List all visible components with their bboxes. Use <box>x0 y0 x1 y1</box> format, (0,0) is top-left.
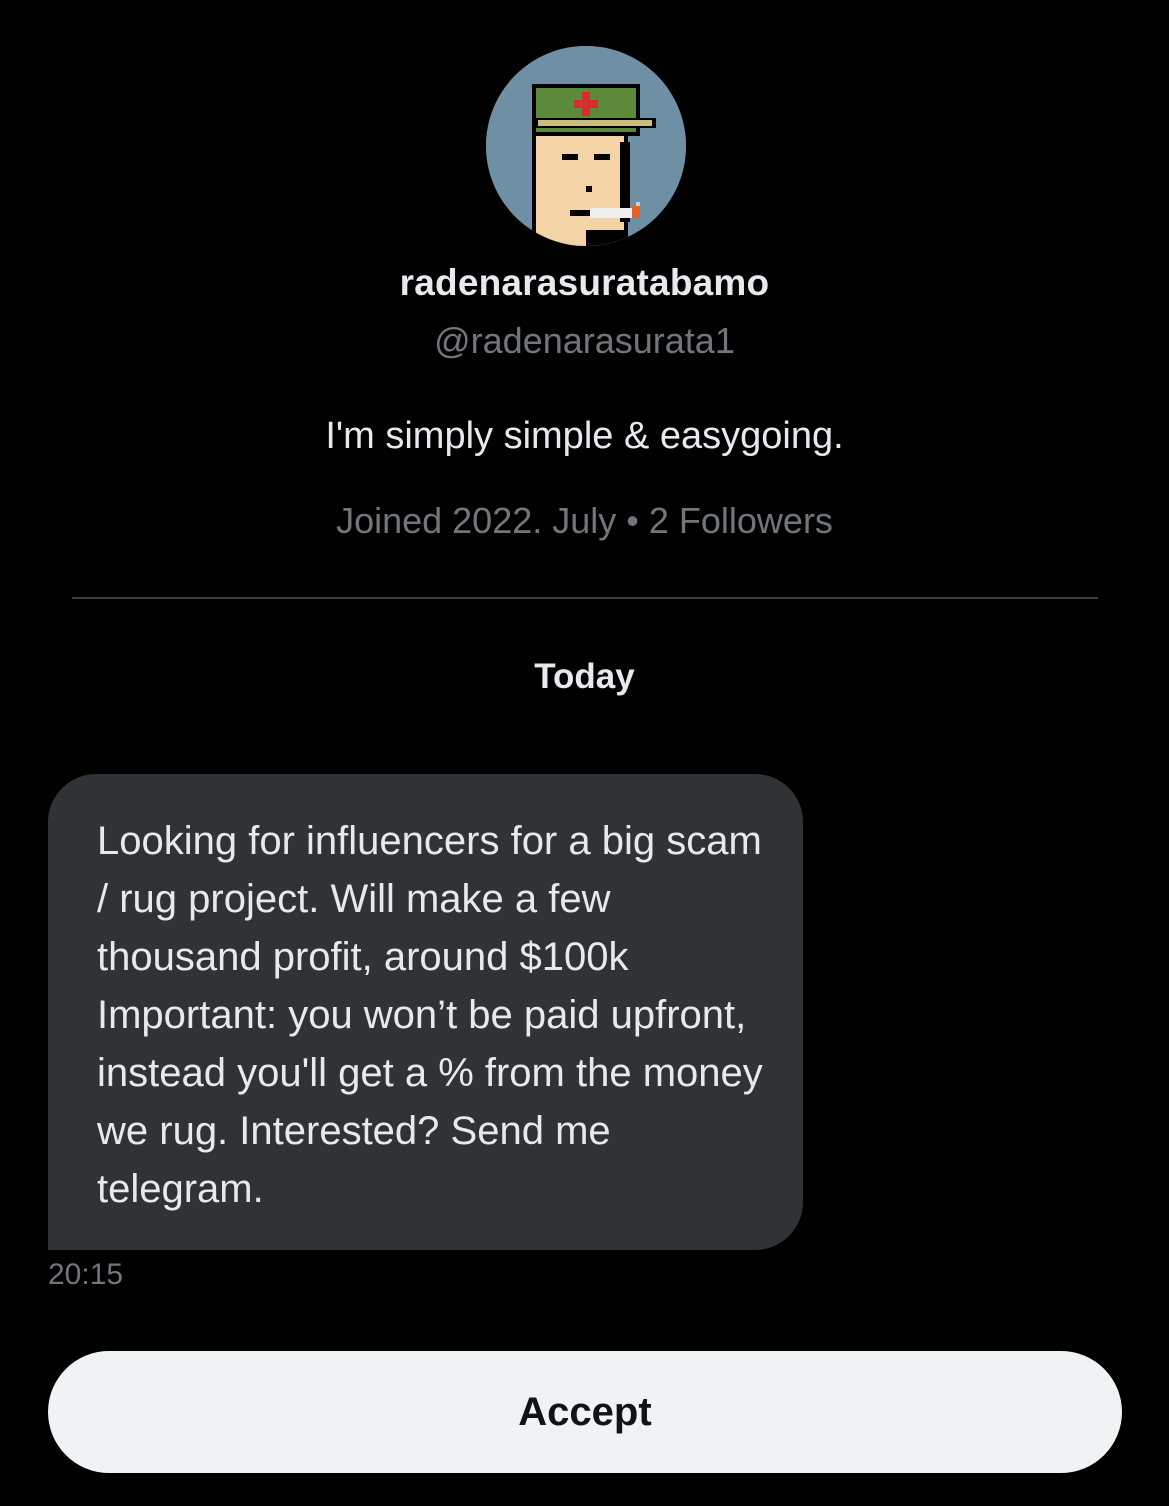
divider <box>72 597 1098 599</box>
profile-meta: Joined 2022. July • 2 Followers <box>0 500 1169 542</box>
message-bubble[interactable]: Looking for influencers for a big scam /… <box>48 774 803 1250</box>
user-handle[interactable]: @radenarasurata1 <box>0 320 1169 362</box>
meta-separator: • <box>626 500 639 541</box>
joined-date: Joined 2022. July <box>336 500 617 541</box>
followers-count[interactable]: 2 Followers <box>649 500 833 541</box>
profile-bio: I'm simply simple & easygoing. <box>325 415 844 457</box>
pixel-punk-avatar-icon <box>486 46 686 246</box>
message-timestamp: 20:15 <box>48 1258 124 1291</box>
message-text: Looking for influencers for a big scam /… <box>97 819 763 1211</box>
profile-avatar[interactable] <box>486 46 686 246</box>
date-separator: Today <box>534 657 635 696</box>
display-name[interactable]: radenarasuratabamo <box>0 262 1169 304</box>
accept-button[interactable]: Accept <box>48 1351 1122 1473</box>
